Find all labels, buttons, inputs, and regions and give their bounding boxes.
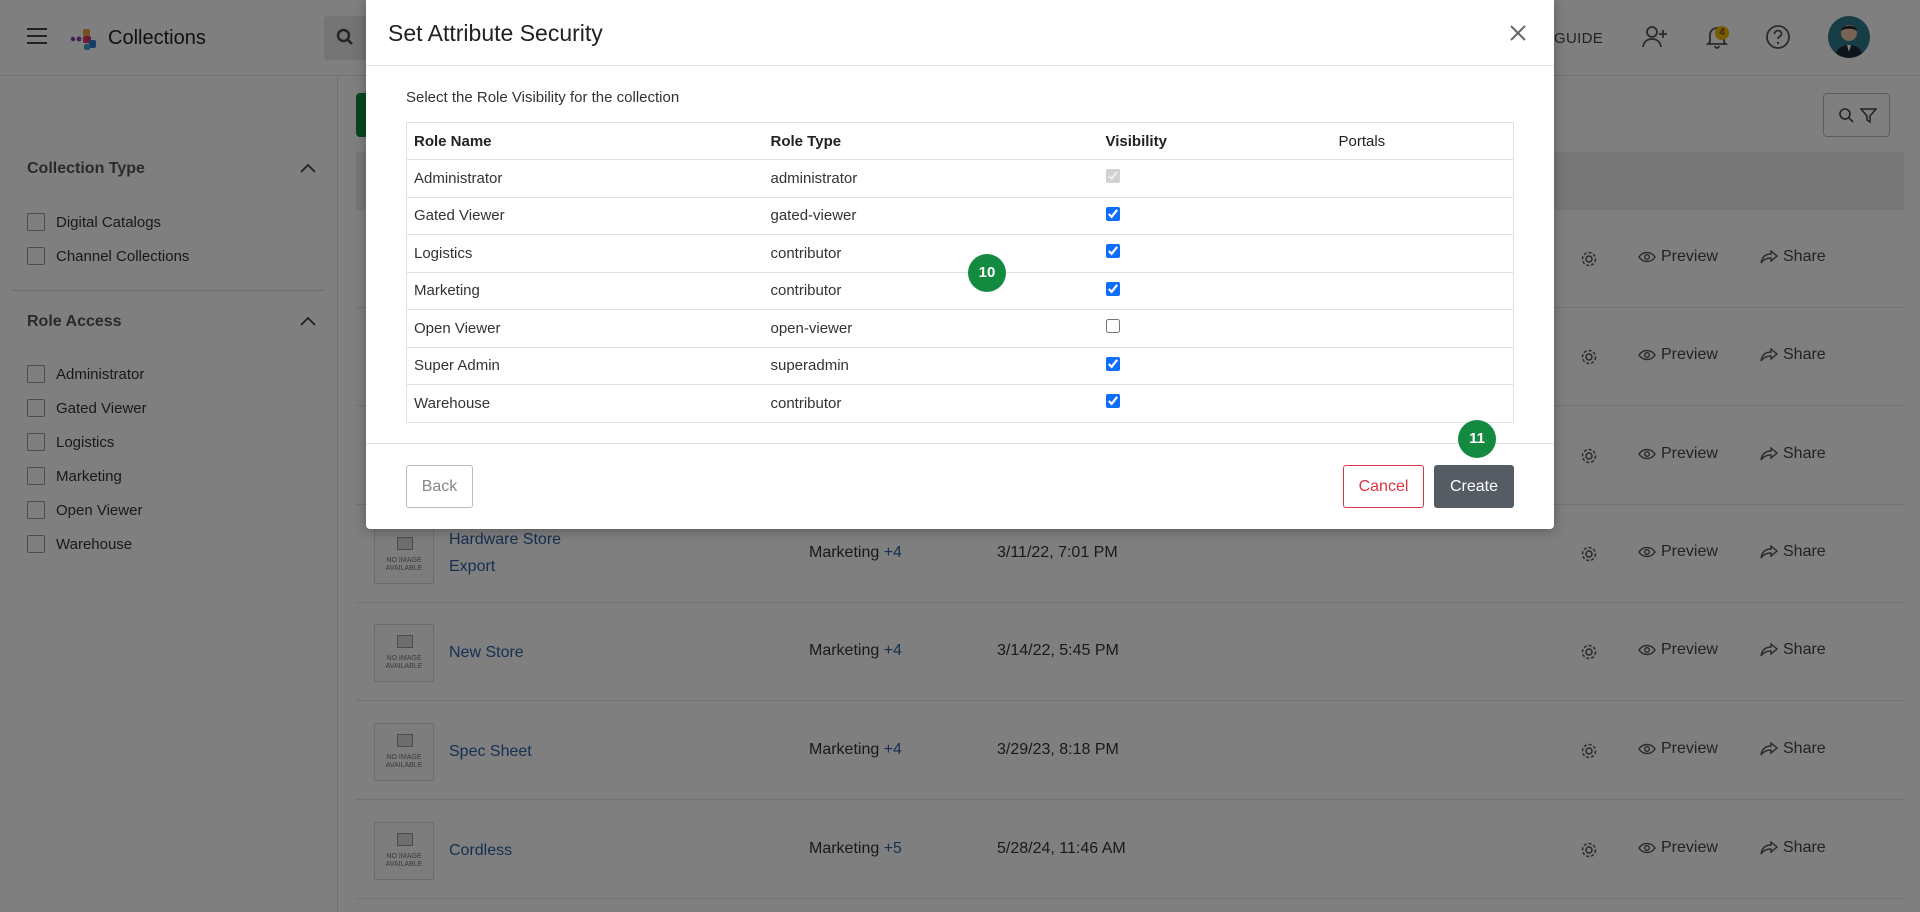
visibility-checkbox: [1105, 169, 1120, 184]
role-type-cell: contributor: [763, 272, 1099, 310]
step-badge: 11: [1458, 420, 1496, 458]
visibility-cell: [1098, 309, 1332, 348]
role-visibility-table: Role Name Role Type Visibility Portals A…: [406, 122, 1514, 423]
role-name-cell: Warehouse: [406, 384, 764, 423]
role-type-cell: open-viewer: [763, 309, 1099, 348]
column-header-portals: Portals: [1331, 122, 1514, 160]
portals-cell: [1331, 384, 1514, 423]
role-type-cell: contributor: [763, 384, 1099, 423]
step-badge: 10: [968, 254, 1006, 292]
set-attribute-security-dialog: Set Attribute Security Select the Role V…: [366, 0, 1554, 529]
column-header-visibility: Visibility: [1098, 122, 1332, 160]
visibility-checkbox[interactable]: [1105, 281, 1120, 296]
create-button[interactable]: Create: [1434, 465, 1514, 508]
role-row: Gated Viewer gated-viewer: [406, 197, 1514, 235]
role-name-cell: Marketing: [406, 272, 764, 310]
visibility-checkbox[interactable]: [1105, 394, 1120, 409]
role-row: Open Viewer open-viewer: [406, 309, 1514, 348]
back-button[interactable]: Back: [406, 465, 473, 508]
role-type-cell: gated-viewer: [763, 197, 1099, 235]
modal-instructions: Select the Role Visibility for the colle…: [406, 89, 680, 106]
visibility-cell: [1098, 234, 1332, 273]
role-name-cell: Logistics: [406, 234, 764, 273]
column-header-role-type: Role Type: [763, 122, 1099, 160]
portals-cell: [1331, 272, 1514, 310]
role-type-cell: administrator: [763, 159, 1099, 198]
role-name-cell: Super Admin: [406, 347, 764, 385]
role-row: Logistics contributor: [406, 234, 1514, 273]
visibility-checkbox[interactable]: [1105, 356, 1120, 371]
portals-cell: [1331, 197, 1514, 235]
visibility-cell: [1098, 384, 1332, 423]
role-name-cell: Gated Viewer: [406, 197, 764, 235]
table-header-row: Role Name Role Type Visibility Portals: [406, 122, 1514, 160]
role-type-cell: contributor: [763, 234, 1099, 273]
visibility-checkbox[interactable]: [1105, 319, 1120, 334]
portals-cell: [1331, 159, 1514, 198]
role-row: Marketing contributor: [406, 272, 1514, 310]
role-row: Warehouse contributor: [406, 384, 1514, 423]
portals-cell: [1331, 234, 1514, 273]
portals-cell: [1331, 347, 1514, 385]
modal-title: Set Attribute Security: [388, 20, 603, 46]
visibility-cell: [1098, 197, 1332, 235]
role-row: Super Admin superadmin: [406, 347, 1514, 385]
visibility-cell: [1098, 272, 1332, 310]
close-icon[interactable]: [1509, 24, 1527, 42]
modal-header: Set Attribute Security: [366, 0, 1554, 66]
role-name-cell: Open Viewer: [406, 309, 764, 348]
role-type-cell: superadmin: [763, 347, 1099, 385]
visibility-cell: [1098, 159, 1332, 198]
cancel-button[interactable]: Cancel: [1343, 465, 1424, 508]
column-header-role-name: Role Name: [406, 122, 764, 160]
visibility-checkbox[interactable]: [1105, 206, 1120, 221]
role-row: Administrator administrator: [406, 159, 1514, 198]
role-name-cell: Administrator: [406, 159, 764, 198]
modal-footer: Back Cancel Create: [366, 443, 1554, 529]
visibility-checkbox[interactable]: [1105, 244, 1120, 259]
portals-cell: [1331, 309, 1514, 348]
visibility-cell: [1098, 347, 1332, 385]
